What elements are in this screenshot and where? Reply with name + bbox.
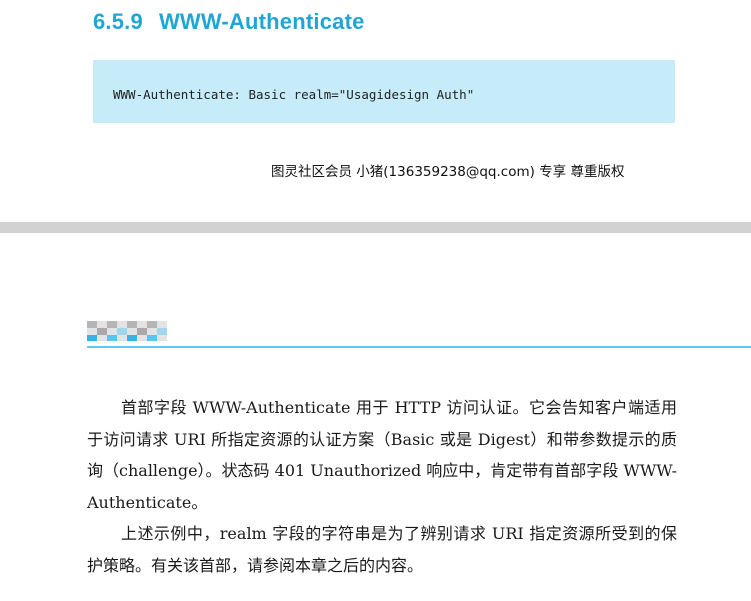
section-number: 6.5.9 <box>93 9 143 34</box>
watermark-text: 图灵社区会员 小猪(136359238@qq.com) 专享 尊重版权 <box>271 164 625 180</box>
code-example: WWW-Authenticate: Basic realm="Usagidesi… <box>113 87 475 102</box>
code-example-box: WWW-Authenticate: Basic realm="Usagidesi… <box>93 60 675 123</box>
checker-pattern-icon <box>87 321 167 341</box>
section-divider-line <box>87 346 751 348</box>
paragraph-2: 上述示例中，realm 字段的字符串是为了辨别请求 URI 指定资源所受到的保护… <box>87 524 677 575</box>
page-break-divider <box>0 222 751 233</box>
section-heading: 6.5.9 WWW-Authenticate <box>93 9 365 35</box>
paragraph-1: 首部字段 WWW-Authenticate 用于 HTTP 访问认证。它会告知客… <box>87 398 677 512</box>
section-title: WWW-Authenticate <box>158 9 365 34</box>
